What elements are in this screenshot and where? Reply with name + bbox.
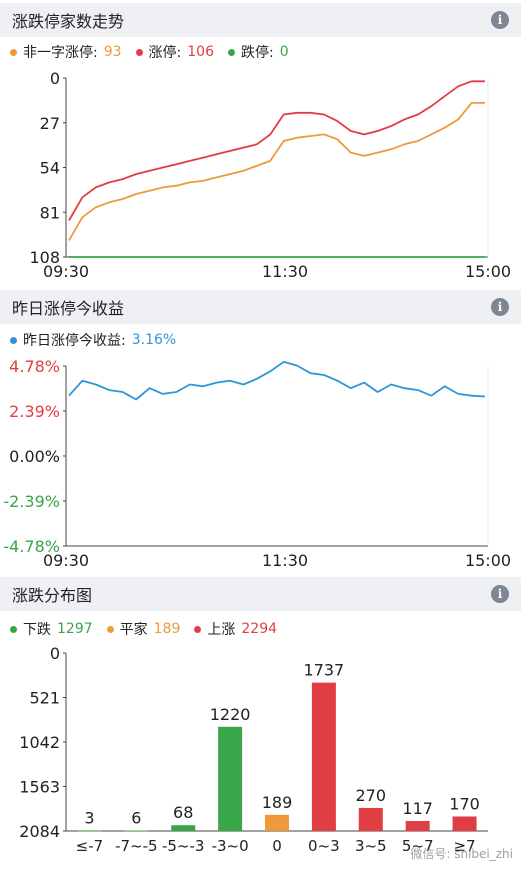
x-tick-label: -5~-3 <box>162 837 204 855</box>
info-icon[interactable]: i <box>491 11 509 29</box>
legend-dot <box>194 625 202 633</box>
bar--7~-5 <box>124 830 149 832</box>
x-tick-label: 0~3 <box>308 837 340 855</box>
y-tick-label: 81 <box>40 203 60 222</box>
y-tick-label: 2084 <box>19 822 60 841</box>
x-tick-label: -3~0 <box>212 837 249 855</box>
y-tick-label: 1563 <box>19 778 60 797</box>
limit-trend-chart: 027548110809:30 11:30 15:00 <box>29 69 511 281</box>
legend-label: 平家 <box>119 622 148 638</box>
panel-header: 涨跌分布图 i <box>0 577 521 611</box>
yesterday-return-chart: 4.78%2.39%0.00%-2.39%-4.78%09:30 11:30 15:… <box>3 357 511 570</box>
x-tick-label: 3~5 <box>355 837 387 855</box>
distribution-bar-chart: 0 521 1042 1563 2084 3 ≤-7 6 -7~-5 68 -5~-3 1220 -3~… <box>19 644 488 855</box>
bar-≥7 <box>452 816 477 831</box>
x-tick-label: 15:00 <box>465 551 511 570</box>
bar-0~3 <box>311 682 336 831</box>
legend-value: 93 <box>103 44 122 60</box>
y-tick-label: 4.78% <box>9 357 60 376</box>
bar-3~5 <box>358 807 383 831</box>
panel-title: 昨日涨停今收益 <box>12 299 125 318</box>
info-icon[interactable]: i <box>491 298 509 316</box>
legend-label: 下跌 <box>23 622 51 638</box>
legend-label: 上涨 <box>207 622 236 638</box>
legend-item-down[interactable]: 下跌 1297 <box>10 619 93 639</box>
limit-up-down-panel: 涨跌停家数走势 i 非一字涨停: 93 涨停: 106 跌停: 0 0 27 54 81 10… <box>0 0 521 290</box>
legend-item-non-one-word[interactable]: 非一字涨停: 93 <box>10 42 122 62</box>
y-tick-label: 0.00% <box>9 447 60 466</box>
legend-label: 非一字涨停: <box>23 45 98 61</box>
legend-value: 189 <box>153 621 181 637</box>
y-tick-label: 27 <box>40 114 60 133</box>
bar-value-label: 117 <box>402 799 433 818</box>
bar-value-label: 170 <box>449 794 480 813</box>
bar-5~7 <box>405 821 430 831</box>
x-tick-label: ≤-7 <box>76 837 104 855</box>
legend-value: 1297 <box>57 621 93 637</box>
bar-0 <box>265 814 289 831</box>
panel-header: 涨跌停家数走势 i <box>0 3 521 37</box>
chart-legend: 昨日涨停今收益: 3.16% <box>10 330 176 350</box>
legend-item-limit-up[interactable]: 涨停: 106 <box>135 42 214 62</box>
y-tick-label: 2.39% <box>9 402 60 421</box>
legend-dot <box>106 625 114 633</box>
bar-value-label: 6 <box>131 808 141 827</box>
x-tick-label: 09:30 <box>43 551 89 570</box>
legend-label: 跌停: <box>241 45 274 61</box>
bar-value-label: 68 <box>173 803 193 822</box>
watermark: 微信号: shibei_zhi <box>410 847 513 861</box>
yesterday-limit-panel: 昨日涨停今收益 i 昨日涨停今收益: 3.16% 4.78% 2.39% 0.00% -… <box>0 290 521 575</box>
legend-dot <box>10 336 17 344</box>
bar-≤-7 <box>77 830 102 832</box>
y-tick-label: -2.39% <box>3 492 60 511</box>
bar--5~-3 <box>171 825 196 831</box>
bar--3~0 <box>218 726 243 831</box>
bar-value-label: 3 <box>84 809 94 828</box>
chart-legend: 下跌 1297 平家 189 上涨 2294 <box>10 619 277 639</box>
distribution-panel: 涨跌分布图 i 下跌 1297 平家 189 上涨 2294 0 521 1042 1563… <box>0 577 521 868</box>
y-tick-label: 54 <box>40 159 60 178</box>
y-tick-label: 0 <box>50 69 60 88</box>
panel-header: 昨日涨停今收益 i <box>0 290 521 324</box>
legend-dot <box>228 48 235 56</box>
legend-value: 106 <box>187 44 214 60</box>
y-tick-label: 1042 <box>19 733 60 752</box>
chart-legend: 非一字涨停: 93 涨停: 106 跌停: 0 <box>10 42 289 62</box>
x-tick-label: 11:30 <box>262 551 308 570</box>
x-tick-label: -7~-5 <box>115 837 157 855</box>
y-tick-label: 0 <box>50 644 60 663</box>
series-line-昨日涨停今收益 <box>68 360 486 401</box>
legend-item-up[interactable]: 上涨 2294 <box>194 619 277 639</box>
info-icon[interactable]: i <box>491 585 509 603</box>
x-tick-label: 0 <box>272 837 282 855</box>
panel-title: 涨跌停家数走势 <box>12 12 125 31</box>
y-tick-label: 521 <box>29 689 60 708</box>
legend-dot <box>10 48 17 56</box>
x-tick-label: 15:00 <box>465 262 511 281</box>
panel-title: 涨跌分布图 <box>12 586 93 605</box>
bar-value-label: 1220 <box>210 705 251 724</box>
bar-value-label: 1737 <box>304 661 345 680</box>
legend-label: 涨停: <box>148 45 182 61</box>
x-tick-label: 09:30 <box>43 262 89 281</box>
legend-dot <box>135 48 143 56</box>
bar-value-label: 270 <box>356 786 387 805</box>
legend-item-limit-down[interactable]: 跌停: 0 <box>228 42 289 62</box>
bar-value-label: 189 <box>262 793 293 812</box>
legend-value: 3.16% <box>131 332 177 348</box>
legend-label: 昨日涨停今收益: <box>23 333 126 349</box>
legend-dot <box>10 625 17 633</box>
legend-value: 0 <box>279 44 289 60</box>
legend-value: 2294 <box>241 621 278 637</box>
legend-item-yesterday-return[interactable]: 昨日涨停今收益: 3.16% <box>10 330 176 350</box>
x-tick-label: 11:30 <box>262 262 308 281</box>
legend-item-flat[interactable]: 平家 189 <box>106 619 181 639</box>
